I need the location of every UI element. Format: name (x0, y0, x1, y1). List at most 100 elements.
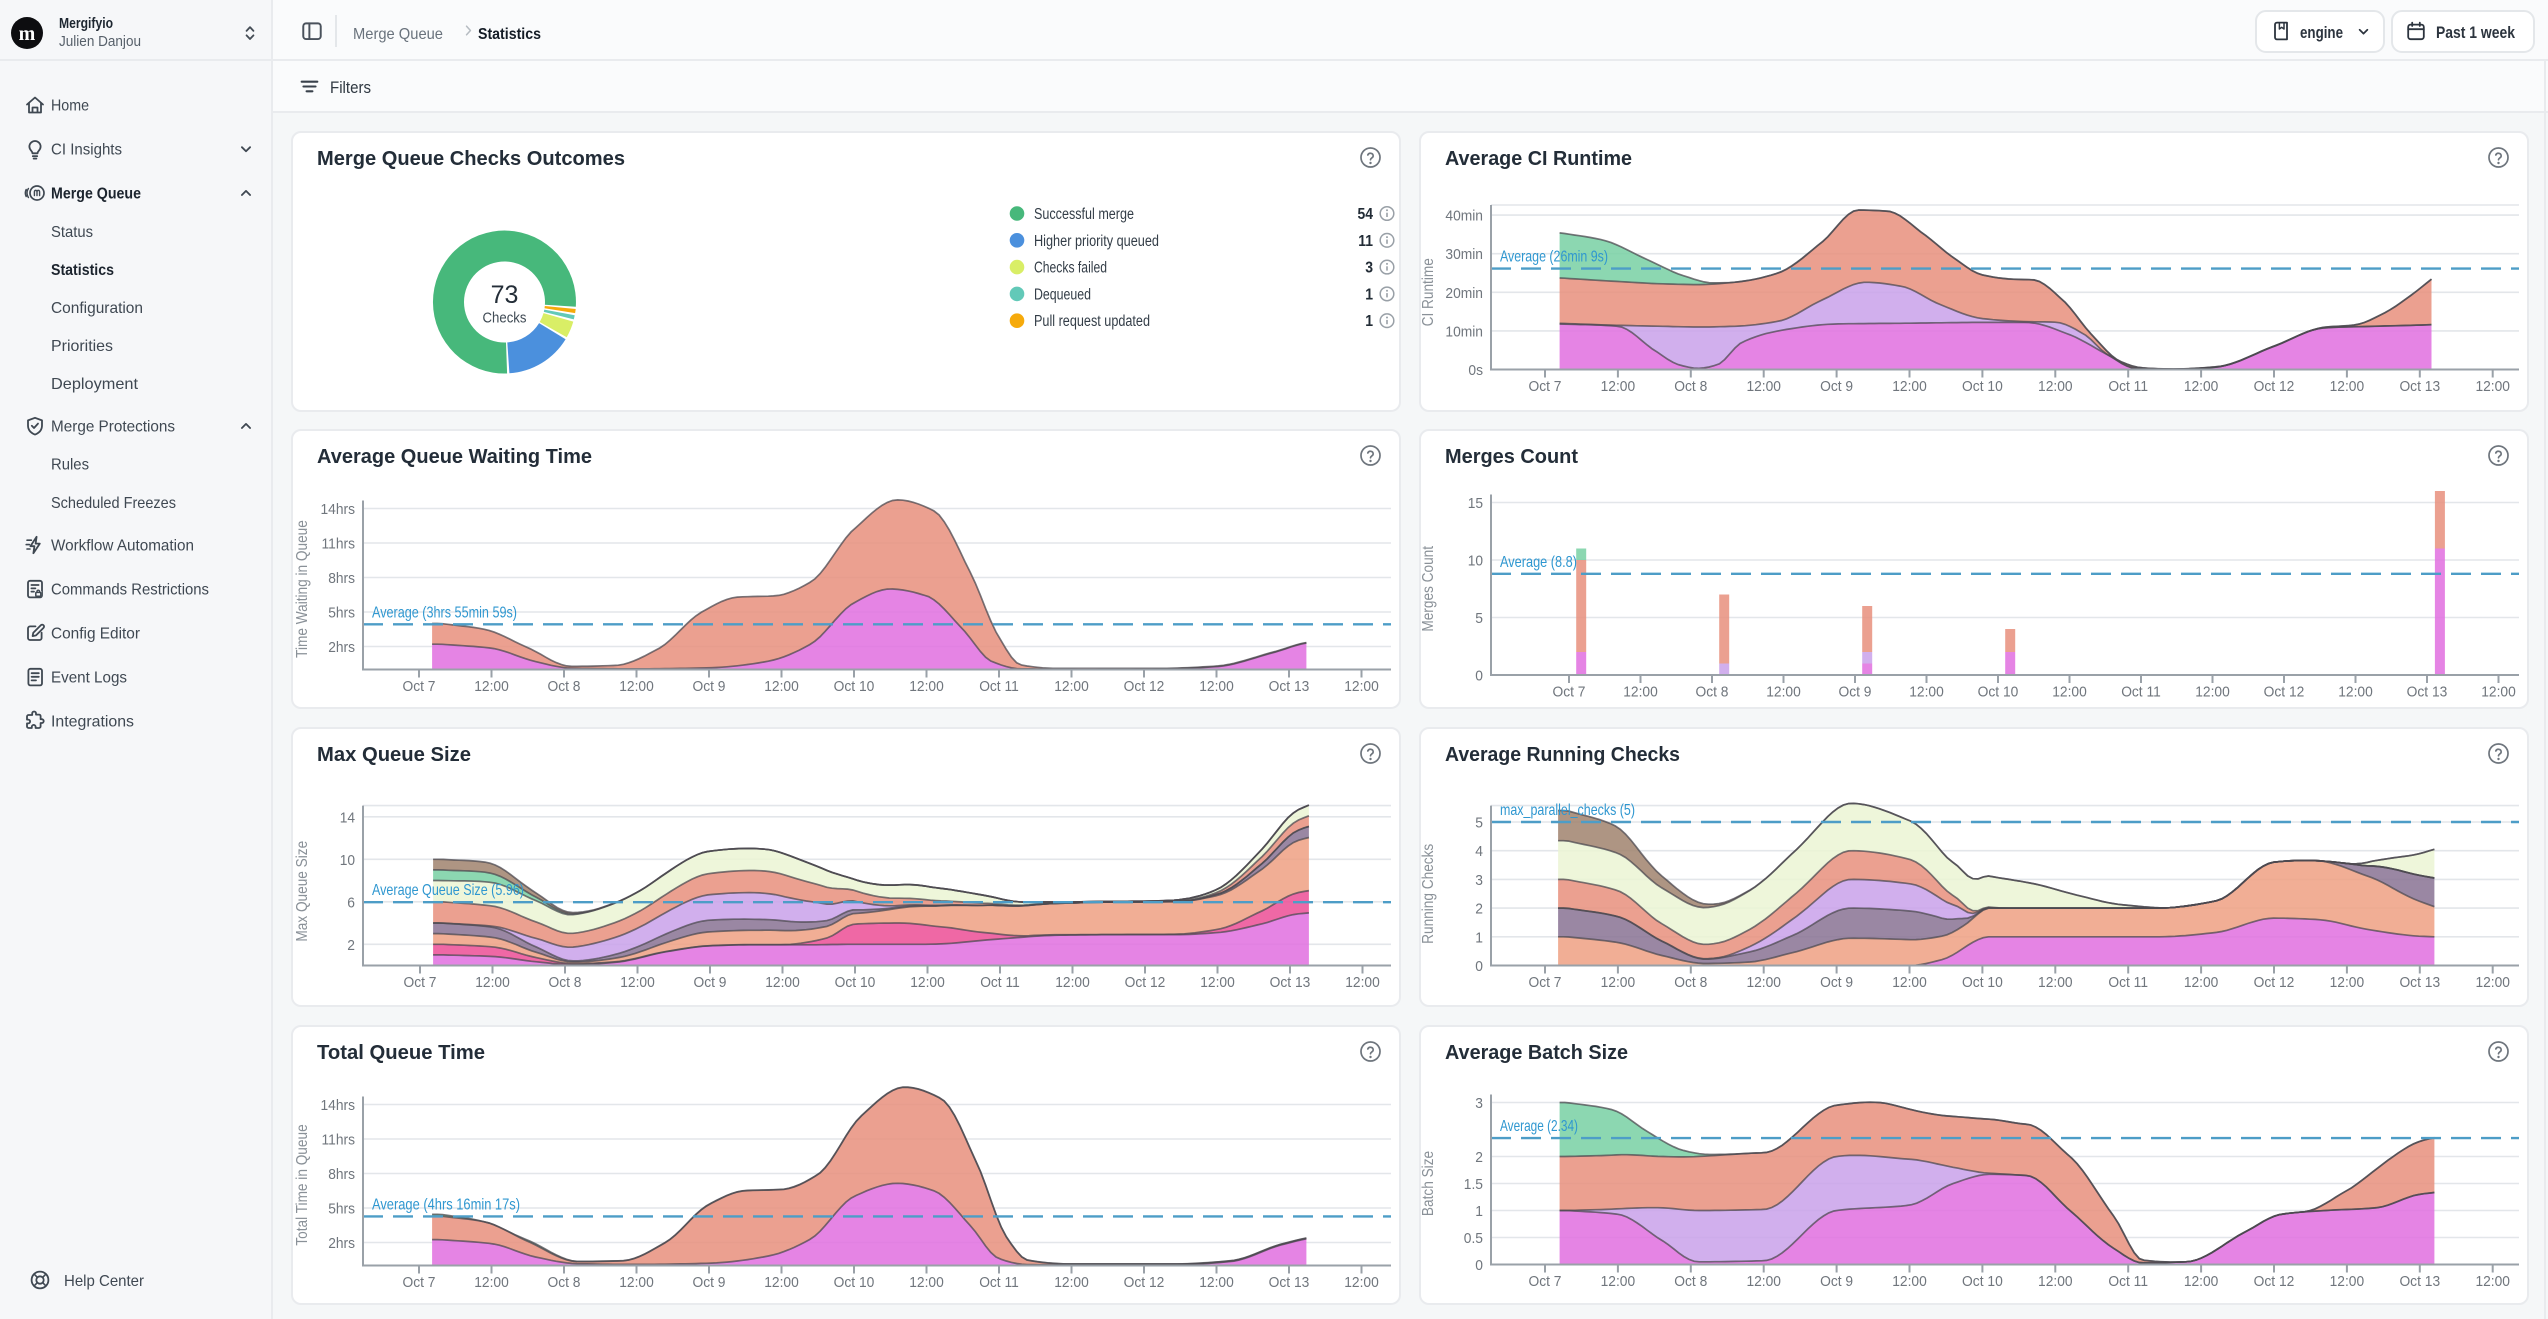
svg-text:Home: Home (51, 98, 89, 115)
svg-text:Rules: Rules (51, 457, 89, 474)
svg-text:Help Center: Help Center (64, 1273, 145, 1290)
svg-text:12:00: 12:00 (2330, 974, 2365, 991)
svg-text:Oct 9: Oct 9 (693, 1274, 726, 1291)
svg-text:Integrations: Integrations (51, 714, 134, 731)
svg-text:Oct 11: Oct 11 (2108, 378, 2148, 395)
svg-text:Time Waiting in Queue: Time Waiting in Queue (294, 520, 311, 658)
svg-text:12:00: 12:00 (619, 678, 654, 695)
svg-text:Oct 12: Oct 12 (1125, 974, 1166, 991)
svg-text:12:00: 12:00 (2481, 684, 2516, 701)
svg-text:Filters: Filters (330, 79, 371, 97)
svg-text:Oct 12: Oct 12 (1124, 1274, 1165, 1291)
svg-text:5hrs: 5hrs (328, 605, 355, 622)
svg-text:Status: Status (51, 224, 93, 241)
svg-text:Mergifyio: Mergifyio (59, 16, 113, 32)
svg-text:Oct 8: Oct 8 (548, 678, 581, 695)
svg-text:0s: 0s (1468, 362, 1483, 379)
svg-text:12:00: 12:00 (1746, 1273, 1781, 1290)
svg-text:2: 2 (1475, 1149, 1483, 1166)
svg-text:Oct 8: Oct 8 (1696, 684, 1729, 701)
svg-text:1: 1 (1365, 313, 1373, 330)
svg-text:4: 4 (1475, 843, 1483, 860)
svg-text:Oct 13: Oct 13 (2399, 974, 2440, 991)
svg-text:12:00: 12:00 (1601, 378, 1636, 395)
svg-text:Oct 8: Oct 8 (1674, 974, 1707, 991)
svg-text:Oct 10: Oct 10 (1962, 1273, 2003, 1290)
svg-text:1: 1 (1475, 1203, 1483, 1220)
svg-text:12:00: 12:00 (2184, 974, 2219, 991)
svg-text:12:00: 12:00 (474, 678, 509, 695)
svg-text:Statistics: Statistics (478, 26, 541, 43)
svg-text:Oct 10: Oct 10 (835, 974, 876, 991)
svg-text:12:00: 12:00 (2038, 974, 2073, 991)
svg-text:3: 3 (1475, 1095, 1483, 1112)
svg-text:12:00: 12:00 (909, 678, 944, 695)
svg-text:Oct 11: Oct 11 (2108, 974, 2148, 991)
svg-text:2hrs: 2hrs (328, 1235, 355, 1252)
svg-text:max_parallel_checks (5): max_parallel_checks (5) (1500, 802, 1635, 819)
svg-text:Pull request updated: Pull request updated (1034, 313, 1150, 330)
svg-text:12:00: 12:00 (1200, 974, 1235, 991)
svg-text:12:00: 12:00 (1892, 1273, 1927, 1290)
svg-text:Oct 7: Oct 7 (403, 1274, 436, 1291)
svg-text:Oct 11: Oct 11 (979, 1274, 1019, 1291)
svg-text:Past 1 week: Past 1 week (2436, 24, 2516, 42)
svg-text:CI Runtime: CI Runtime (1420, 258, 1437, 326)
svg-text:Merges Count: Merges Count (1420, 545, 1437, 631)
svg-text:11hrs: 11hrs (322, 536, 356, 553)
svg-text:1.5: 1.5 (1464, 1176, 1483, 1193)
svg-text:3: 3 (1475, 872, 1483, 889)
svg-text:12:00: 12:00 (475, 974, 510, 991)
svg-text:Merge Queue: Merge Queue (353, 26, 443, 43)
svg-text:Oct 9: Oct 9 (1839, 684, 1872, 701)
svg-text:Oct 8: Oct 8 (549, 974, 582, 991)
svg-text:1: 1 (1475, 929, 1483, 946)
svg-text:Priorities: Priorities (51, 338, 113, 355)
svg-text:Oct 10: Oct 10 (834, 678, 875, 695)
svg-text:12:00: 12:00 (474, 1274, 509, 1291)
svg-text:Oct 12: Oct 12 (2264, 684, 2305, 701)
svg-text:12:00: 12:00 (1746, 974, 1781, 991)
svg-text:40min: 40min (1445, 208, 1483, 225)
svg-text:Config Editor: Config Editor (51, 626, 141, 643)
svg-text:Oct 12: Oct 12 (2254, 974, 2295, 991)
svg-text:Oct 13: Oct 13 (1269, 678, 1310, 695)
svg-text:10min: 10min (1445, 323, 1483, 340)
svg-text:Oct 12: Oct 12 (1124, 678, 1165, 695)
svg-text:Max Queue Size: Max Queue Size (294, 841, 311, 942)
svg-text:14: 14 (340, 809, 355, 826)
svg-text:12:00: 12:00 (1345, 974, 1380, 991)
svg-text:12:00: 12:00 (1054, 678, 1089, 695)
svg-text:12:00: 12:00 (910, 974, 945, 991)
svg-text:Oct 13: Oct 13 (2399, 1273, 2440, 1290)
svg-text:Scheduled Freezes: Scheduled Freezes (51, 495, 176, 512)
svg-text:Oct 9: Oct 9 (694, 974, 727, 991)
svg-text:0.5: 0.5 (1464, 1230, 1483, 1247)
svg-text:Merge Queue: Merge Queue (51, 186, 141, 203)
svg-text:2hrs: 2hrs (328, 639, 355, 656)
svg-text:Oct 7: Oct 7 (403, 678, 436, 695)
svg-text:Oct 7: Oct 7 (404, 974, 437, 991)
svg-text:Oct 7: Oct 7 (1529, 974, 1562, 991)
svg-text:Oct 11: Oct 11 (2108, 1273, 2148, 1290)
svg-text:12:00: 12:00 (1909, 684, 1944, 701)
svg-text:Checks: Checks (483, 311, 527, 327)
svg-text:Oct 10: Oct 10 (1962, 974, 2003, 991)
svg-text:0: 0 (1475, 1257, 1483, 1274)
svg-text:Max Queue Size: Max Queue Size (317, 744, 471, 766)
svg-text:CI Insights: CI Insights (51, 142, 122, 159)
svg-text:Oct 9: Oct 9 (1820, 974, 1853, 991)
svg-text:12:00: 12:00 (1746, 378, 1781, 395)
svg-text:Oct 10: Oct 10 (834, 1274, 875, 1291)
svg-text:Oct 12: Oct 12 (2254, 1273, 2295, 1290)
svg-text:12:00: 12:00 (2330, 1273, 2365, 1290)
svg-text:11: 11 (1358, 233, 1373, 250)
svg-text:12:00: 12:00 (1601, 974, 1636, 991)
svg-text:12:00: 12:00 (619, 1274, 654, 1291)
svg-text:Average CI Runtime: Average CI Runtime (1445, 148, 1632, 170)
svg-text:5: 5 (1475, 815, 1483, 832)
svg-text:Oct 11: Oct 11 (979, 678, 1019, 695)
svg-text:Oct 10: Oct 10 (1962, 378, 2003, 395)
svg-text:Oct 8: Oct 8 (548, 1274, 581, 1291)
svg-text:Average (8.8): Average (8.8) (1500, 554, 1577, 571)
